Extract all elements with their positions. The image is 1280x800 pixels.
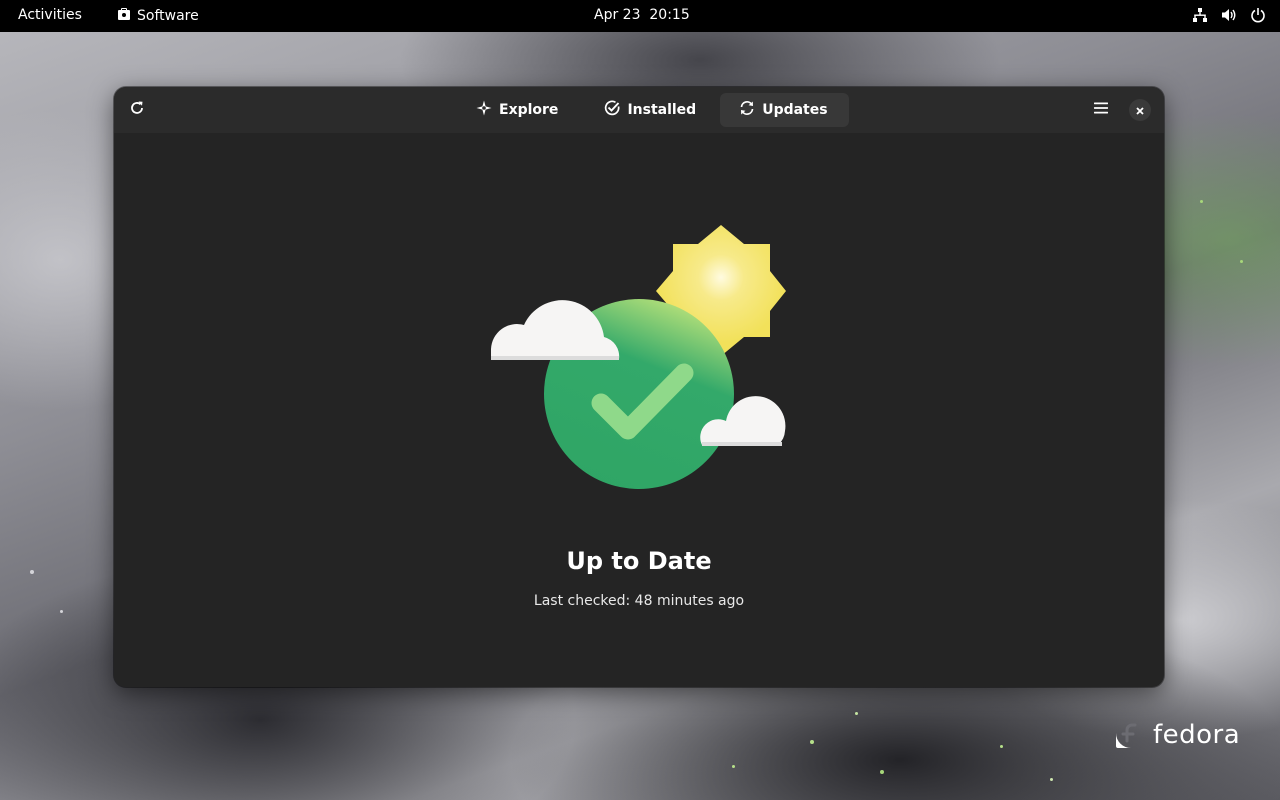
check-circle-icon [604,100,620,120]
close-icon [1135,101,1145,120]
app-menu-button[interactable]: Software [117,7,199,25]
fedora-logo: fedora [1115,717,1240,753]
last-checked-text: Last checked: 48 minutes ago [533,593,745,609]
wallpaper-speck [810,740,814,744]
tab-explore-label: Explore [499,102,559,118]
desktop-wallpaper: Activities Software Apr 23 20:15 Explore… [0,0,1280,800]
updates-page: Up to Date Last checked: 48 minutes ago [114,133,1164,687]
system-tray[interactable] [1192,7,1266,23]
sparkle-icon [476,100,492,120]
clock[interactable]: Apr 23 20:15 [594,7,690,23]
fedora-logo-icon [1115,717,1147,753]
tab-explore[interactable]: Explore [462,93,572,127]
wallpaper-speck [30,570,34,574]
wallpaper-speck [1200,200,1203,203]
power-icon [1250,7,1266,23]
view-switcher: Explore Installed Updates [462,93,849,127]
refresh-button[interactable] [121,94,153,126]
tab-installed-label: Installed [627,102,697,118]
wallpaper-speck [60,610,63,613]
wallpaper-speck [732,765,735,768]
close-button[interactable] [1129,99,1151,121]
wallpaper-speck [855,712,858,715]
tab-updates[interactable]: Updates [720,93,849,127]
header-bar: Explore Installed Updates [114,87,1164,133]
up-to-date-illustration [491,225,786,489]
fedora-logo-text: fedora [1153,720,1241,750]
volume-icon [1221,7,1237,23]
refresh-icon [129,100,145,120]
status-title: Up to Date [566,547,712,575]
tab-updates-label: Updates [762,102,828,118]
wallpaper-speck [1050,778,1053,781]
tab-installed[interactable]: Installed [590,93,710,127]
main-menu-button[interactable] [1085,94,1117,126]
wallpaper-speck [1000,745,1003,748]
top-bar: Activities Software Apr 23 20:15 [0,0,1280,32]
hamburger-menu-icon [1093,100,1109,120]
software-app-icon [117,7,131,25]
wallpaper-speck [1240,260,1243,263]
wallpaper-speck [880,770,884,774]
activities-button[interactable]: Activities [18,7,82,23]
network-wired-icon [1192,7,1208,23]
sync-icon [739,100,755,120]
app-menu-label: Software [137,8,199,24]
software-window: Explore Installed Updates Up to Date Las… [114,87,1164,687]
